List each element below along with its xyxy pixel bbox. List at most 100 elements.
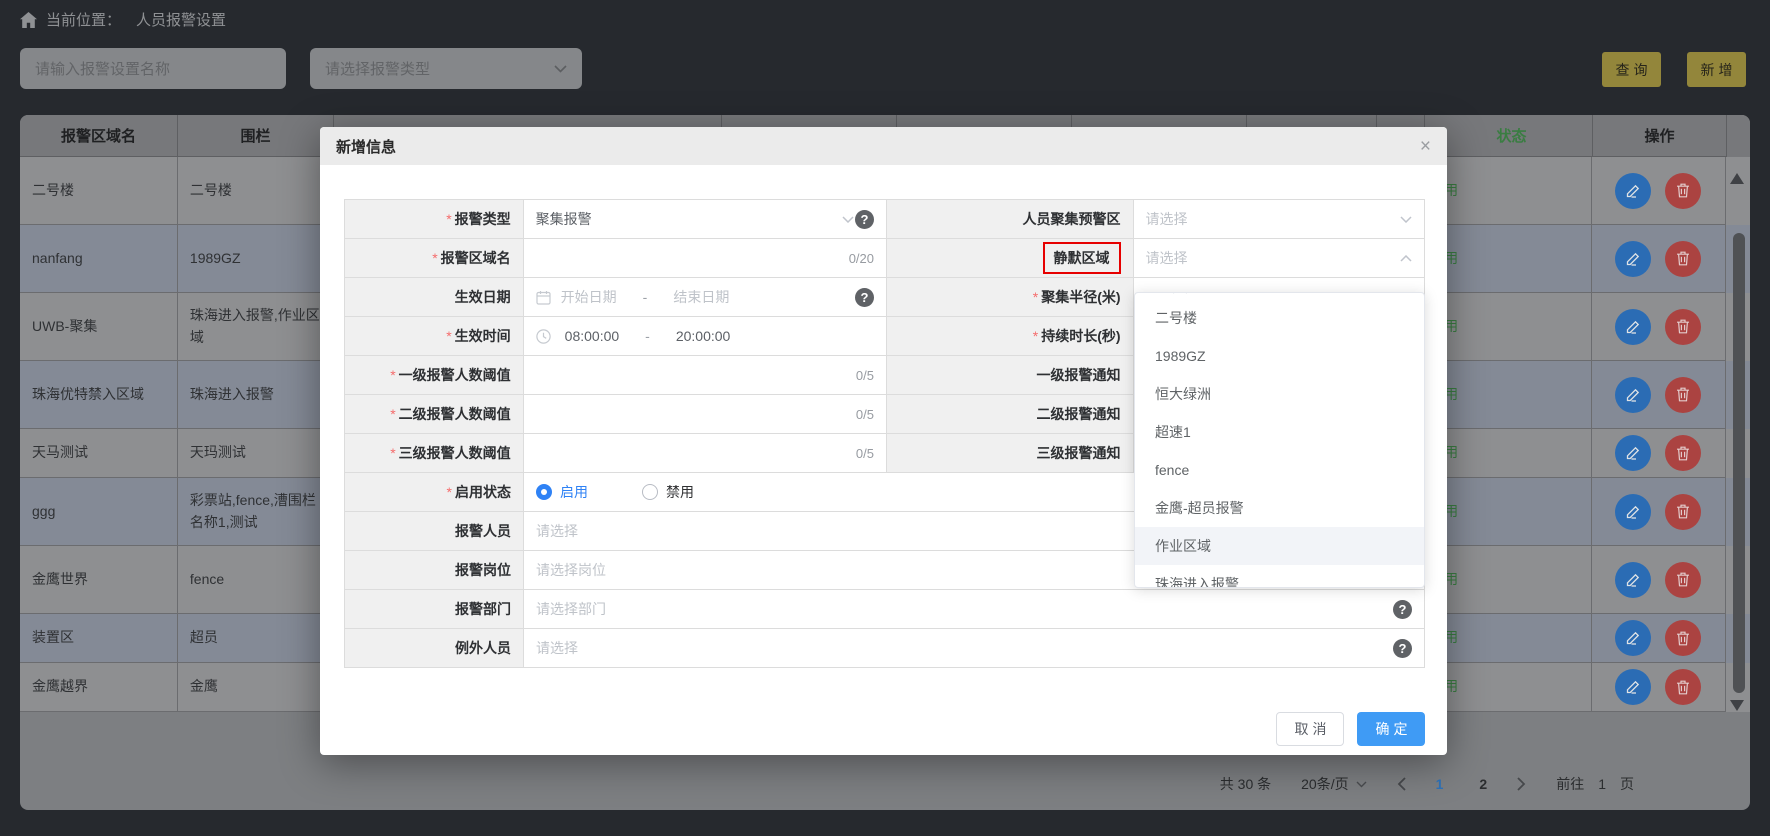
dropdown-option[interactable]: 作业区域 <box>1135 527 1424 565</box>
radio-disabled[interactable]: 禁用 <box>642 482 694 502</box>
goto-label: 前往 <box>1556 774 1584 794</box>
cell-fence: 二号楼 <box>178 157 334 225</box>
radio-enabled[interactable]: 启用 <box>536 482 588 502</box>
pencil-icon <box>1625 319 1641 335</box>
prev-page-button[interactable] <box>1397 777 1406 791</box>
edit-button[interactable] <box>1615 620 1651 656</box>
alarm-name-placeholder: 请输入报警设置名称 <box>35 58 170 79</box>
cell-area-name: 天马测试 <box>20 429 178 478</box>
col-header-scrollbar-gap <box>1727 115 1750 157</box>
col-header-area-name: 报警区域名 <box>20 115 178 157</box>
radio-selected-icon <box>536 484 552 500</box>
help-icon[interactable]: ? <box>855 210 874 229</box>
breadcrumb-page: 人员报警设置 <box>136 9 226 30</box>
edit-button[interactable] <box>1615 173 1651 209</box>
edit-button[interactable] <box>1615 494 1651 530</box>
delete-button[interactable] <box>1665 173 1701 209</box>
add-button[interactable]: 新增 <box>1687 52 1746 87</box>
edit-button[interactable] <box>1615 241 1651 277</box>
edit-button[interactable] <box>1615 435 1651 471</box>
cell-operations <box>1592 614 1726 663</box>
silent-area-select[interactable]: 请选择 <box>1133 239 1424 277</box>
help-icon[interactable]: ? <box>1393 639 1412 658</box>
cell-area-name: 金鹰越界 <box>20 663 178 712</box>
edit-button[interactable] <box>1615 562 1651 598</box>
pencil-icon <box>1625 251 1641 267</box>
level3-notify-label: 三级报警通知 <box>1037 443 1121 463</box>
help-icon[interactable]: ? <box>1393 600 1412 619</box>
dropdown-option[interactable]: 二号楼 <box>1135 299 1424 337</box>
cell-area-name: 珠海优特禁入区域 <box>20 361 178 429</box>
cell-area-name: nanfang <box>20 225 178 293</box>
dropdown-option[interactable]: 超速1 <box>1135 413 1424 451</box>
alarm-type-dropdown[interactable]: 聚集报警 <box>536 209 854 229</box>
delete-button[interactable] <box>1665 309 1701 345</box>
alarm-name-input[interactable]: 请输入报警设置名称 <box>20 48 286 89</box>
pencil-icon <box>1625 504 1641 520</box>
cell-status: 启用 <box>1424 293 1592 361</box>
help-icon[interactable]: ? <box>855 288 874 307</box>
level2-threshold-input[interactable]: 0/5 <box>524 395 886 433</box>
next-page-button[interactable] <box>1517 777 1526 791</box>
edit-button[interactable] <box>1615 309 1651 345</box>
pagination-total: 共 30 条 <box>1220 774 1271 794</box>
close-icon[interactable]: × <box>1420 137 1431 156</box>
scrollbar-up-arrow[interactable] <box>1730 173 1744 184</box>
delete-button[interactable] <box>1665 620 1701 656</box>
dropdown-option[interactable]: fence <box>1135 451 1424 489</box>
alarm-person-placeholder: 请选择 <box>536 521 578 541</box>
trash-icon <box>1676 319 1690 334</box>
char-counter: 0/5 <box>856 446 874 461</box>
effective-time-range[interactable]: 08:00:00 - 20:00:00 <box>524 317 886 355</box>
col-header-fence: 围栏 <box>178 115 334 157</box>
page-number[interactable]: 1 <box>1436 776 1444 792</box>
cell-operations <box>1592 225 1726 293</box>
start-time-value: 08:00:00 <box>565 328 620 344</box>
dropdown-option[interactable]: 金鹰-超员报警 <box>1135 489 1424 527</box>
cancel-button[interactable]: 取消 <box>1276 712 1344 746</box>
char-counter: 0/20 <box>849 251 874 266</box>
edit-button[interactable] <box>1615 669 1651 705</box>
dropdown-option[interactable]: 珠海进入报警 <box>1135 565 1424 588</box>
cell-area-name: 金鹰世界 <box>20 546 178 614</box>
goto-page-input[interactable]: 1 <box>1598 776 1606 792</box>
alarm-type-value: 聚集报警 <box>536 209 592 229</box>
scrollbar-thumb[interactable] <box>1733 233 1745 693</box>
chevron-down-icon <box>842 216 854 223</box>
delete-button[interactable] <box>1665 669 1701 705</box>
dropdown-option[interactable]: 恒大绿洲 <box>1135 375 1424 413</box>
modal-header: 新增信息 × <box>320 127 1447 165</box>
exception-person-label: 例外人员 <box>455 638 511 658</box>
per-page-select[interactable]: 20条/页 <box>1301 774 1366 794</box>
alarm-dept-select[interactable]: 请选择部门 ? <box>524 590 1424 628</box>
alarm-type-select[interactable]: 请选择报警类型 <box>310 48 582 89</box>
modal-title: 新增信息 <box>336 136 396 157</box>
level1-threshold-label: 一级报警人数阈值 <box>390 365 510 385</box>
effective-date-range[interactable]: 开始日期 - 结束日期 ? <box>524 278 886 316</box>
delete-button[interactable] <box>1665 435 1701 471</box>
date-separator: - <box>643 289 648 305</box>
query-button[interactable]: 查询 <box>1602 52 1661 87</box>
home-icon[interactable] <box>20 12 37 28</box>
delete-button[interactable] <box>1665 562 1701 598</box>
level1-threshold-input[interactable]: 0/5 <box>524 356 886 394</box>
scrollbar-down-arrow[interactable] <box>1730 700 1744 711</box>
area-name-input[interactable]: 0/20 <box>524 239 886 277</box>
exception-person-select[interactable]: 请选择 ? <box>524 629 1424 667</box>
confirm-button[interactable]: 确定 <box>1357 712 1425 746</box>
dropdown-option[interactable]: 1989GZ <box>1135 337 1424 375</box>
delete-button[interactable] <box>1665 241 1701 277</box>
chevron-down-icon <box>1400 216 1412 223</box>
page-number[interactable]: 2 <box>1479 776 1487 792</box>
gather-warning-area-select[interactable]: 请选择 <box>1133 200 1424 238</box>
level3-threshold-input[interactable]: 0/5 <box>524 434 886 472</box>
cell-operations <box>1592 429 1726 478</box>
cell-status: 启用 <box>1424 663 1592 712</box>
delete-button[interactable] <box>1665 494 1701 530</box>
delete-button[interactable] <box>1665 377 1701 413</box>
edit-button[interactable] <box>1615 377 1651 413</box>
alarm-post-label: 报警岗位 <box>455 560 511 580</box>
cell-operations <box>1592 546 1726 614</box>
end-date-placeholder: 结束日期 <box>673 287 729 307</box>
chevron-up-icon <box>1400 255 1412 262</box>
